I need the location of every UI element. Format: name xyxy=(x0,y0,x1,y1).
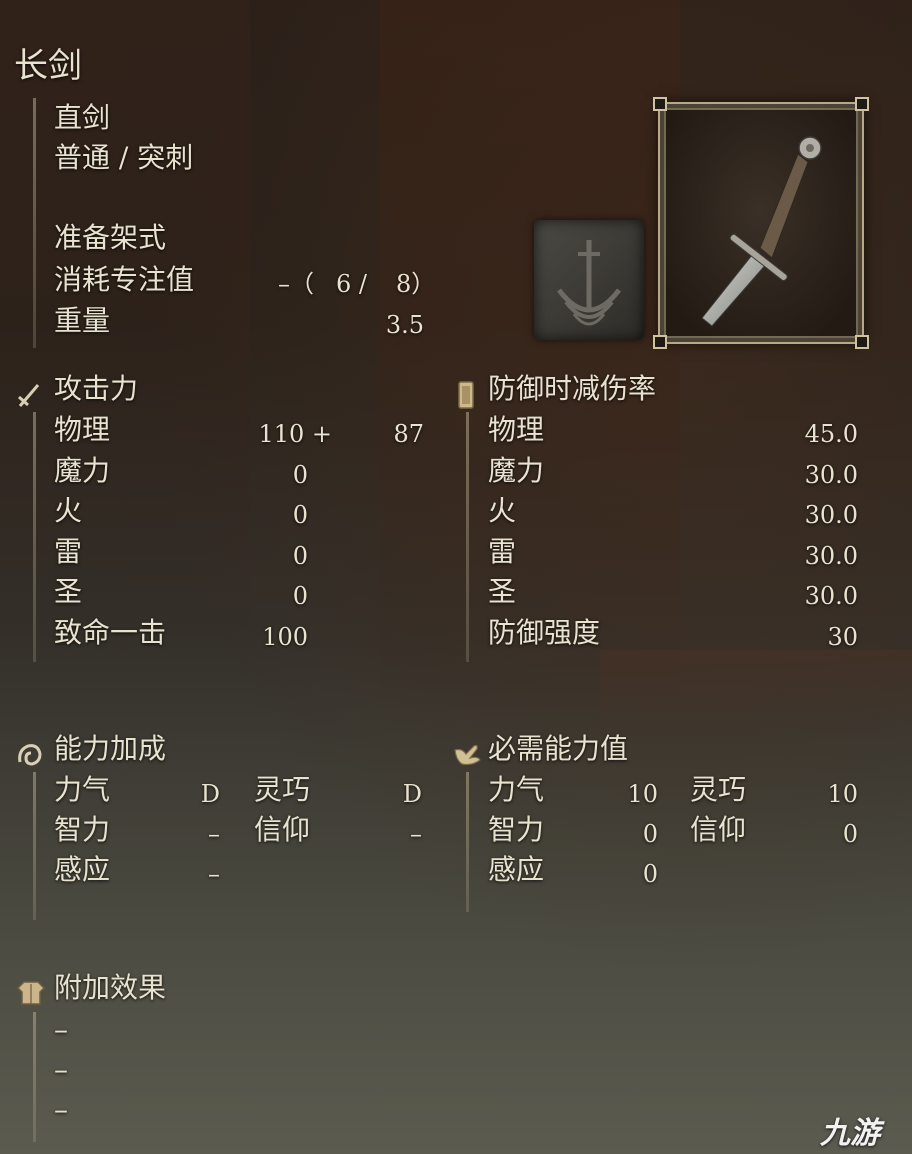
attack-stat-value: 0 xyxy=(292,541,308,570)
section-divider xyxy=(466,772,469,912)
attack-stat-label: 致命一击 xyxy=(54,615,167,649)
attack-stat-value: 110 + xyxy=(258,420,332,448)
requirement-value: 10 xyxy=(627,780,658,808)
fp-cost-value: 6 / xyxy=(336,270,367,298)
longsword-icon xyxy=(701,136,822,327)
weapon-image-frame xyxy=(653,97,869,349)
defense-stat-label: 物理 xyxy=(488,413,545,446)
defense-stat-value: 30 xyxy=(827,622,858,651)
defense-stat-label: 雷 xyxy=(488,534,517,568)
section-divider xyxy=(33,1012,36,1142)
sword-icon xyxy=(16,382,42,408)
attack-stat-label: 雷 xyxy=(54,534,83,568)
hand-icon xyxy=(452,738,481,766)
requirements-title: 必需能力值 xyxy=(488,732,629,765)
attack-stat-label: 火 xyxy=(54,494,83,527)
frame-corner xyxy=(855,97,869,111)
weapon-type: 直剑 xyxy=(54,101,111,134)
shield-icon xyxy=(454,380,480,409)
armor-icon xyxy=(16,978,46,1005)
requirement-stat-label: 信仰 xyxy=(690,813,747,846)
weight-value: 3.5 xyxy=(385,311,424,339)
defense-title: 防御时减伤率 xyxy=(488,372,657,405)
effects-title: 附加效果 xyxy=(54,971,167,1004)
scaling-stat-label: 力气 xyxy=(54,773,111,806)
attack-title: 攻击力 xyxy=(54,372,139,405)
effect-item: – xyxy=(54,1013,68,1046)
attack-stat-value: 100 xyxy=(262,622,308,651)
scaling-grade: – xyxy=(208,860,220,888)
fp-cost-value-charged: 8） xyxy=(396,270,436,298)
section-divider xyxy=(33,412,36,662)
skill-name: 准备架式 xyxy=(54,221,167,254)
frame-corner xyxy=(855,335,869,349)
scaling-grade: – xyxy=(208,820,220,848)
requirement-stat-label: 智力 xyxy=(488,813,545,846)
frame-corner xyxy=(653,97,667,111)
attack-stat-value: 0 xyxy=(292,582,308,610)
scaling-stat-label: 灵巧 xyxy=(254,773,311,806)
scaling-grade: D xyxy=(402,780,422,808)
defense-stat-value: 30.0 xyxy=(804,582,858,610)
defense-stat-label: 火 xyxy=(488,494,517,527)
effect-item: – xyxy=(54,1053,68,1086)
defense-stat-label: 魔力 xyxy=(488,453,545,487)
frame-corner xyxy=(653,335,667,349)
scaling-stat-label: 智力 xyxy=(54,813,111,846)
defense-stat-value: 30.0 xyxy=(804,501,858,529)
background-table xyxy=(600,650,912,730)
defense-stat-value: 30.0 xyxy=(804,541,858,570)
scaling-icon xyxy=(16,740,42,766)
scaling-stat-label: 信仰 xyxy=(254,813,311,846)
fp-cost-label: 消耗专注值 xyxy=(54,263,195,296)
effect-item: – xyxy=(54,1093,68,1126)
requirement-value: 10 xyxy=(827,780,858,808)
attack-stat-value: 0 xyxy=(292,501,308,529)
attack-stat-value: 0 xyxy=(292,460,308,489)
defense-stat-label: 圣 xyxy=(488,575,517,608)
site-watermark: 九游 xyxy=(820,1116,880,1151)
requirement-value: 0 xyxy=(842,820,858,848)
defense-stat-label: 防御强度 xyxy=(488,615,601,649)
defense-stat-value: 30.0 xyxy=(804,460,858,489)
attack-stat-bonus: 87 xyxy=(393,420,424,448)
requirement-stat-label: 灵巧 xyxy=(690,773,747,806)
fp-cost-prefix: –（ xyxy=(278,270,314,298)
scaling-grade: D xyxy=(200,780,220,808)
scaling-grade: – xyxy=(410,820,422,848)
attack-stat-label: 物理 xyxy=(54,413,111,446)
section-divider xyxy=(33,98,36,348)
attack-type: 普通 / 突刺 xyxy=(54,141,194,174)
attack-stat-label: 魔力 xyxy=(54,453,111,487)
background-panel xyxy=(380,0,680,720)
skill-emblem xyxy=(534,220,644,340)
requirement-stat-label: 力气 xyxy=(488,773,545,806)
requirement-value: 0 xyxy=(642,860,658,888)
weight-label: 重量 xyxy=(54,304,111,337)
section-divider xyxy=(466,412,469,662)
skill-emblem-icon xyxy=(557,240,621,326)
requirement-stat-label: 感应 xyxy=(488,853,545,886)
scaling-title: 能力加成 xyxy=(54,732,167,765)
requirement-value: 0 xyxy=(642,820,658,848)
attack-stat-label: 圣 xyxy=(54,575,83,608)
defense-stat-value: 45.0 xyxy=(804,420,858,448)
scaling-stat-label: 感应 xyxy=(54,853,111,886)
weapon-name: 长剑 xyxy=(14,46,82,86)
section-divider xyxy=(33,772,36,920)
